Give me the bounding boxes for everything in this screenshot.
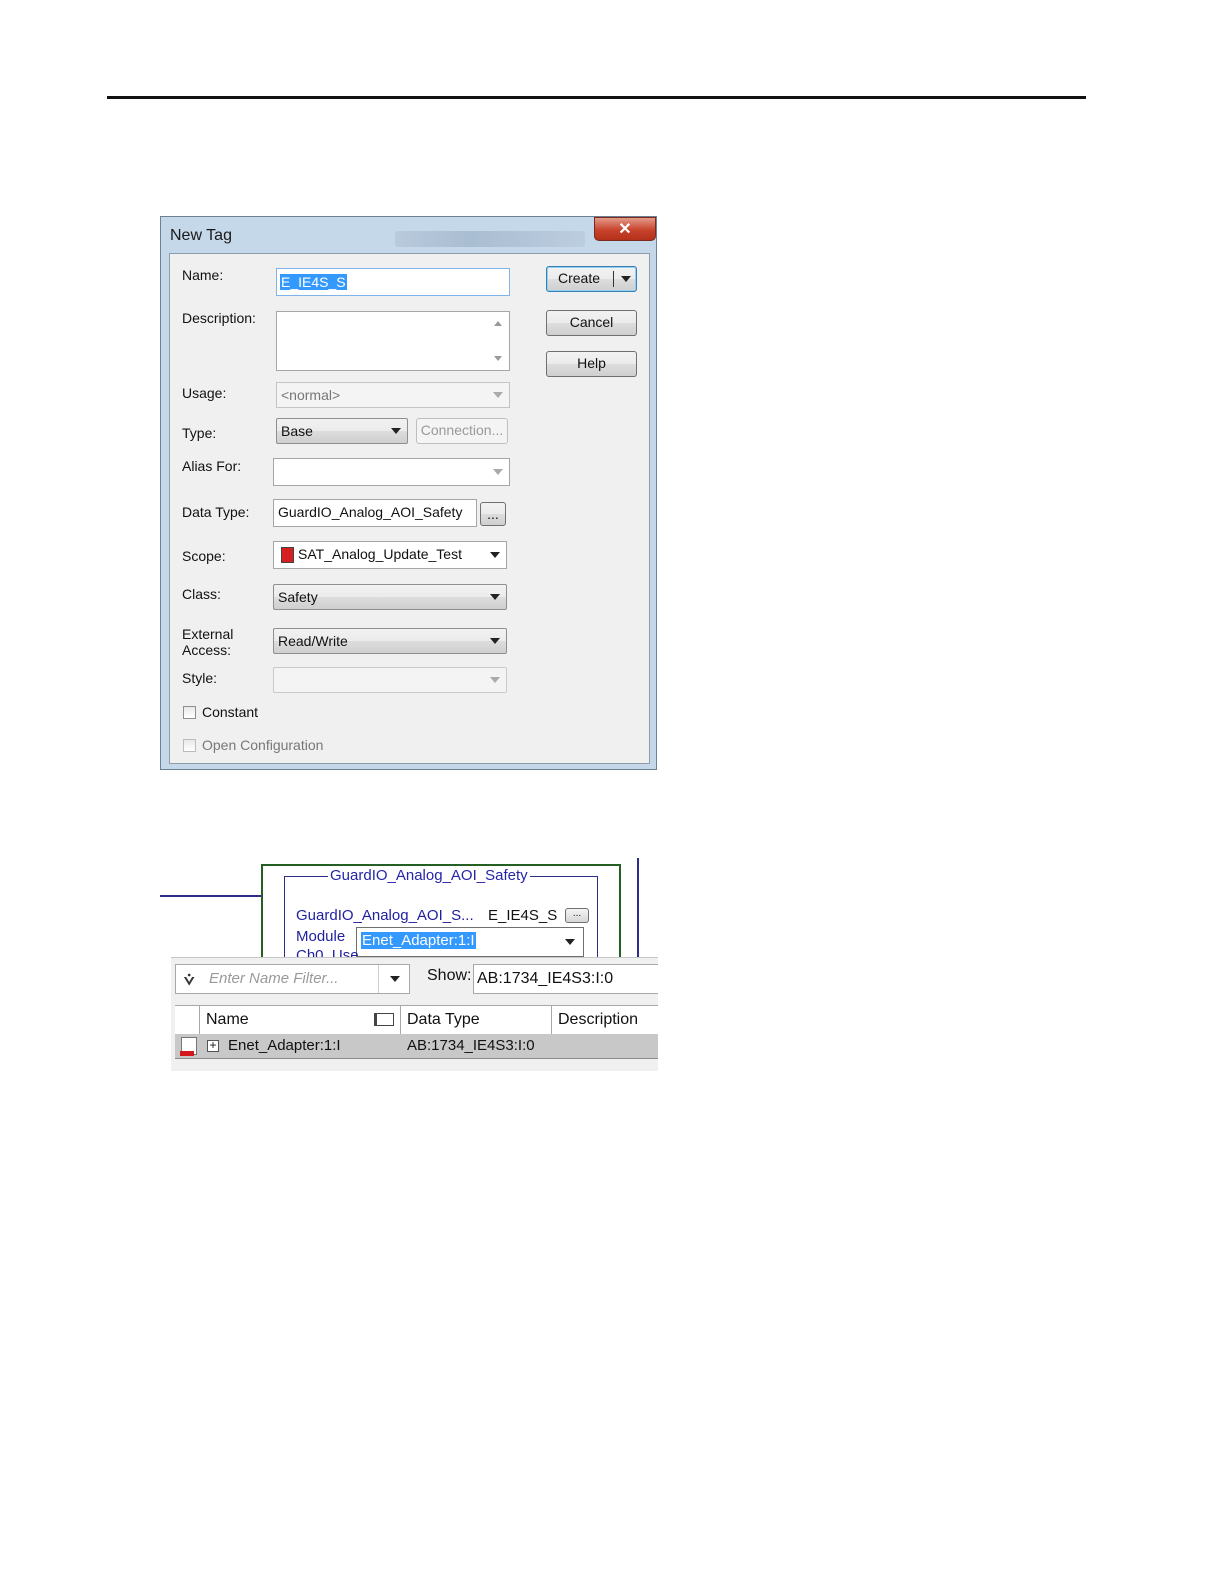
aoi-browse-button[interactable]: ... [565,908,589,923]
module-label: Module [296,928,346,945]
usage-value: <normal> [281,387,341,403]
row-data-type: AB:1734_IE4S3:I:0 [407,1037,535,1054]
description-textarea[interactable] [276,311,510,371]
constant-checkbox[interactable] [183,706,196,719]
class-value: Safety [278,589,318,605]
type-value: Base [281,423,313,439]
data-type-input[interactable]: GuardIO_Analog_AOI_Safety [273,499,477,527]
alias-for-label: Alias For: [182,458,242,474]
module-tag-select[interactable]: Enet_Adapter:1:I [356,927,584,957]
chevron-down-icon [391,428,401,434]
module-tag-value: Enet_Adapter:1:I [361,932,476,949]
filter-placeholder: Enter Name Filter... [209,970,339,987]
aoi-param-value[interactable]: E_IE4S_S [488,907,557,924]
name-label: Name: [182,267,224,283]
external-access-value: Read/Write [278,633,348,649]
scroll-up-icon[interactable] [494,321,502,326]
column-chooser-icon[interactable] [374,1013,394,1026]
close-button[interactable]: ✕ [594,217,656,241]
data-type-browse-button[interactable]: ... [480,502,506,526]
controller-icon [281,547,294,563]
chevron-down-icon [621,276,631,282]
connection-button-label: Connection... [420,422,504,438]
chevron-down-icon [490,677,500,683]
power-rail [637,858,639,958]
name-filter-input[interactable]: ⩒ Enter Name Filter... [175,964,410,994]
column-header-name[interactable]: Name [199,1006,400,1034]
create-button[interactable]: Create [546,266,637,292]
open-configuration-checkbox[interactable] [183,739,196,752]
usage-label: Usage: [182,385,227,401]
aoi-param-label: GuardIO_Analog_AOI_S... [296,907,474,924]
class-label: Class: [182,586,221,602]
external-access-label: External Access: [182,626,234,658]
create-button-label: Create [557,270,601,286]
style-label: Style: [182,670,218,686]
column-description-label: Description [558,1011,639,1028]
chevron-down-icon [493,392,503,398]
titlebar-glass [395,231,585,247]
expand-icon[interactable]: + [207,1039,219,1052]
cancel-button-label: Cancel [569,314,614,330]
dialog-title: New Tag [170,227,232,244]
description-label: Description: [182,310,256,326]
show-filter-select[interactable]: AB:1734_IE4S3:I:0 [473,964,658,994]
chevron-down-icon [490,552,500,558]
name-input-value: E_IE4S_S [280,274,347,290]
column-name-label: Name [206,1011,249,1028]
class-select[interactable]: Safety [273,584,507,610]
filter-dropdown[interactable] [378,965,409,993]
scope-value: SAT_Analog_Update_Test [298,546,462,562]
tag-grid-header: Name Data Type Description [175,1005,658,1035]
help-button-label: Help [577,355,606,371]
chevron-down-icon [490,638,500,644]
type-label: Type: [182,425,217,441]
column-data-type-label: Data Type [407,1011,480,1028]
cancel-button[interactable]: Cancel [546,310,637,336]
scope-select[interactable]: SAT_Analog_Update_Test [273,541,507,569]
type-select[interactable]: Base [276,418,408,444]
new-tag-dialog: New Tag ✕ Name: E_IE4S_S Description: Us… [160,216,657,770]
alias-for-select[interactable] [273,458,510,486]
safety-tag-icon [180,1037,197,1056]
external-access-select[interactable]: Read/Write [273,628,507,654]
style-select[interactable] [273,667,507,693]
data-type-label: Data Type: [182,504,250,520]
create-dropdown-arrow[interactable] [614,267,636,291]
page-header-rule [107,96,1086,99]
data-type-value: GuardIO_Analog_AOI_Safety [278,504,463,520]
column-header-data-type[interactable]: Data Type [400,1006,551,1034]
filter-icon: ⩒ [184,970,195,989]
usage-select[interactable]: <normal> [276,382,510,408]
open-configuration-label: Open Configuration [202,737,324,753]
name-input[interactable]: E_IE4S_S [276,268,510,296]
chevron-down-icon [493,469,503,475]
chevron-down-icon [565,939,575,945]
tag-browser: ⩒ Enter Name Filter... Show: AB:1734_IE4… [171,957,658,1071]
chevron-down-icon [390,976,400,982]
close-icon: ✕ [618,221,632,238]
scope-label: Scope: [182,548,226,564]
aoi-block-title: GuardIO_Analog_AOI_Safety [328,867,530,884]
connection-button[interactable]: Connection... [416,418,508,444]
help-button[interactable]: Help [546,351,637,377]
dialog-client-area: Name: E_IE4S_S Description: Usage: <norm… [169,253,650,764]
table-row[interactable]: + Enet_Adapter:1:I AB:1734_IE4S3:I:0 [175,1034,658,1059]
row-name: Enet_Adapter:1:I [228,1037,341,1054]
browse-ellipsis-icon: ... [487,506,499,522]
constant-label: Constant [202,704,259,720]
ladder-tag-browser-panel: GuardIO_Analog_AOI_Safety GuardIO_Analog… [160,858,658,1071]
scroll-down-icon[interactable] [494,356,502,361]
chevron-down-icon [490,594,500,600]
dialog-titlebar[interactable]: New Tag ✕ [161,217,656,253]
show-label: Show: [427,967,472,984]
rung-line [160,895,261,897]
column-header-description[interactable]: Description [551,1006,658,1034]
show-filter-value: AB:1734_IE4S3:I:0 [477,970,614,987]
